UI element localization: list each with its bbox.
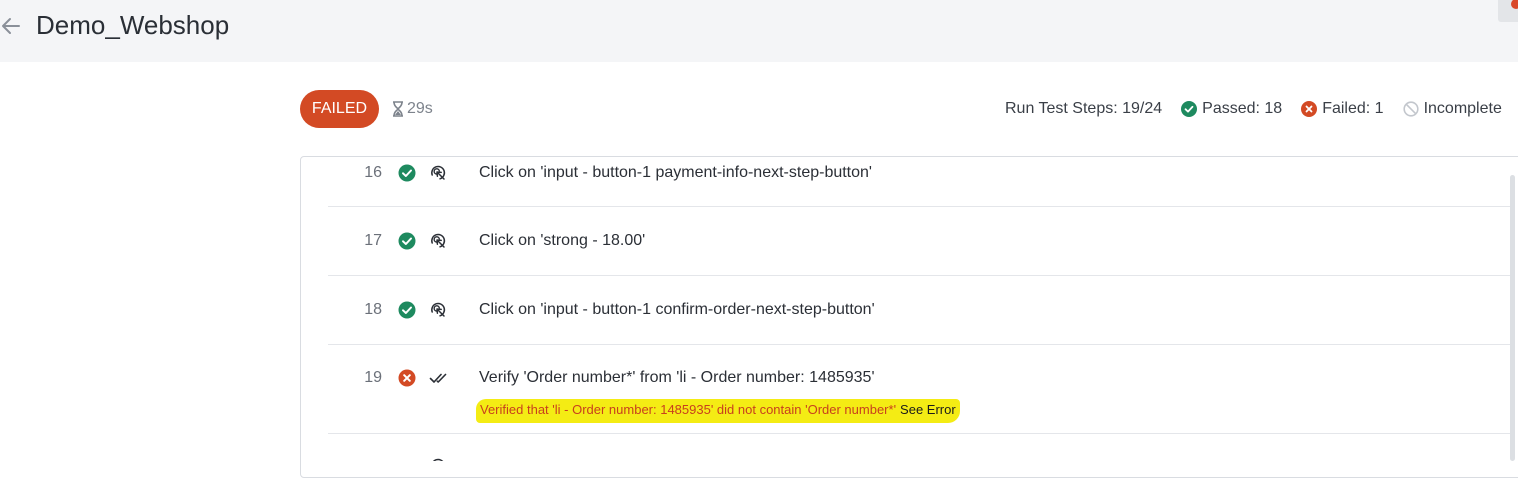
- duration-value: 29s: [407, 100, 433, 117]
- step-number: 19: [364, 369, 382, 386]
- step-number: 16: [364, 164, 382, 181]
- step-row[interactable]: 17 Click on 'strong - 18.00': [328, 207, 1510, 276]
- hourglass-icon: [393, 101, 403, 117]
- incomplete-count: Incomplete: [1402, 100, 1502, 118]
- check-circle-icon: [398, 232, 416, 250]
- x-circle-icon: [1301, 101, 1318, 117]
- click-pointer-icon: [431, 302, 446, 317]
- page-header: Demo_Webshop: [0, 0, 1518, 62]
- error-text: Verified that 'li - Order number: 148593…: [480, 402, 897, 417]
- click-pointer-icon: [431, 165, 446, 180]
- incomplete-label: Incomplete: [1423, 100, 1502, 117]
- check-circle-icon: [398, 301, 416, 319]
- step-error-message: Verified that 'li - Order number: 148593…: [476, 399, 960, 423]
- double-check-icon: [429, 373, 447, 383]
- step-row[interactable]: 18 Click on 'input - button-1 confirm-or…: [328, 276, 1510, 345]
- notification-dot: [1511, 0, 1518, 9]
- next-step-row[interactable]: [328, 434, 1510, 461]
- check-circle-icon: [398, 164, 416, 182]
- click-pointer-icon: [433, 458, 444, 461]
- step-description: Click on 'input - button-1 payment-info-…: [479, 164, 872, 181]
- step-number: 17: [364, 232, 382, 249]
- failed-label: Failed: 1: [1322, 100, 1384, 117]
- steps-label: Run Test Steps: 19/24: [1005, 100, 1163, 117]
- failed-count: Failed: 1: [1301, 100, 1384, 118]
- passed-label: Passed: 18: [1202, 100, 1283, 117]
- step-number: 18: [364, 301, 382, 318]
- see-error-link[interactable]: See Error: [900, 402, 956, 417]
- step-description: Click on 'input - button-1 confirm-order…: [479, 301, 875, 318]
- x-circle-icon: [398, 369, 416, 387]
- step-description: Verify 'Order number*' from 'li - Order …: [479, 369, 875, 386]
- steps-count: Run Test Steps: 19/24: [1005, 100, 1162, 118]
- steps-scrollbar[interactable]: [1510, 175, 1515, 461]
- run-duration: 29s: [392, 99, 433, 119]
- status-badge: FAILED: [300, 90, 379, 128]
- page-title: Demo_Webshop: [36, 10, 230, 40]
- ban-icon: [1402, 101, 1419, 117]
- passed-count: Passed: 18: [1181, 100, 1282, 118]
- check-circle-icon: [1181, 101, 1198, 117]
- step-description: Click on 'strong - 18.00': [479, 232, 646, 249]
- run-summary: Run Test Steps: 19/24 Passed: 18 Failed:…: [1005, 99, 1518, 119]
- click-pointer-icon: [431, 233, 446, 248]
- arrow-left-icon[interactable]: [0, 14, 24, 38]
- step-row[interactable]: 16 Click on 'input - button-1 payment-in…: [328, 158, 1510, 207]
